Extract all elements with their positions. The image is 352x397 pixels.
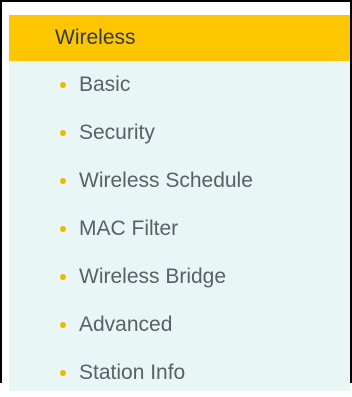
submenu-item-wireless-bridge[interactable]: Wireless Bridge [9, 253, 350, 301]
wireless-submenu: Basic Security Wireless Schedule MAC Fil… [9, 61, 350, 391]
bullet-dot-icon [60, 178, 66, 184]
sidebar-menu: Wireless Basic Security Wireless Schedul… [0, 0, 352, 391]
bullet-dot-icon [60, 370, 66, 376]
submenu-item-label: Advanced [79, 313, 173, 336]
bullet-dot-icon [60, 82, 66, 88]
menu-header-wireless[interactable]: Wireless [9, 15, 350, 61]
bullet-dot-icon [60, 322, 66, 328]
submenu-item-label: Basic [79, 73, 131, 96]
submenu-item-advanced[interactable]: Advanced [9, 301, 350, 349]
bullet-dot-icon [60, 226, 66, 232]
submenu-item-label: Wireless Bridge [79, 265, 227, 288]
submenu-item-label: Station Info [79, 361, 186, 384]
bullet-dot-icon [60, 274, 66, 280]
submenu-item-basic[interactable]: Basic [9, 61, 350, 109]
submenu-item-security[interactable]: Security [9, 109, 350, 157]
submenu-item-mac-filter[interactable]: MAC Filter [9, 205, 350, 253]
bullet-dot-icon [60, 130, 66, 136]
submenu-item-label: Wireless Schedule [79, 169, 253, 192]
submenu-item-station-info[interactable]: Station Info [9, 349, 350, 397]
submenu-item-label: MAC Filter [79, 217, 179, 240]
submenu-item-wireless-schedule[interactable]: Wireless Schedule [9, 157, 350, 205]
submenu-item-label: Security [79, 121, 155, 144]
